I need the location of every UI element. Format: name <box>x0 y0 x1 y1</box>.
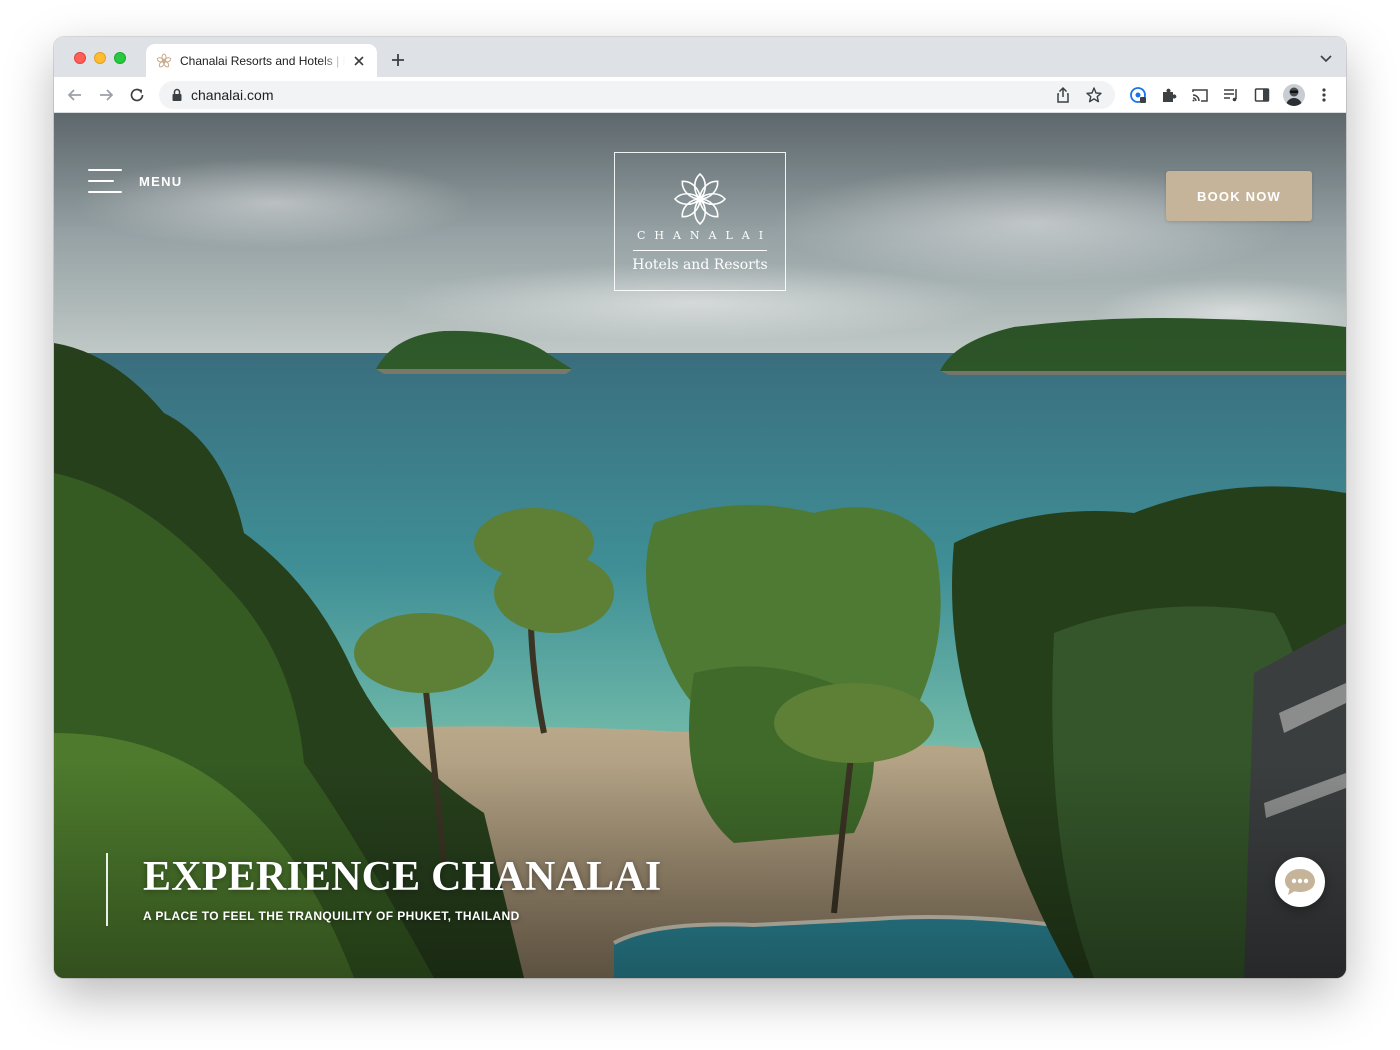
chrome-menu-kebab-icon[interactable] <box>1315 86 1333 104</box>
chat-button[interactable] <box>1275 857 1325 907</box>
tab-search-chevron-icon[interactable] <box>1320 53 1332 63</box>
back-arrow-icon[interactable] <box>66 86 84 104</box>
browser-window: Chanalai Resorts and Hotels | Phuket <box>54 37 1346 978</box>
browser-tab-active[interactable]: Chanalai Resorts and Hotels | Phuket <box>146 44 377 77</box>
profile-picture-icon <box>1286 87 1302 106</box>
window-controls <box>74 52 126 64</box>
menu-label[interactable]: MENU <box>139 174 182 189</box>
tab-close-icon[interactable] <box>351 53 367 69</box>
lock-icon[interactable] <box>171 88 183 102</box>
hero-subtitle: A PLACE TO FEEL THE TRANQUILITY OF PHUKE… <box>143 909 520 923</box>
tab-title: Chanalai Resorts and Hotels | Phuket <box>180 53 345 68</box>
extensions-puzzle-icon[interactable] <box>1160 86 1178 104</box>
lotus-flower-icon <box>673 172 727 226</box>
tab-strip: Chanalai Resorts and Hotels | Phuket <box>54 37 1346 77</box>
logo-wordmark: CHANALAI <box>636 229 773 242</box>
forward-arrow-icon[interactable] <box>97 86 115 104</box>
lotus-favicon-icon <box>156 53 172 67</box>
website-viewport: MENU CHANALAI Hotels and Resorts BOOK NO… <box>54 113 1346 978</box>
media-queue-icon[interactable] <box>1222 86 1240 104</box>
chanalai-logo[interactable]: CHANALAI Hotels and Resorts <box>614 152 786 291</box>
bookmark-star-icon[interactable] <box>1085 86 1103 104</box>
side-panel-icon[interactable] <box>1253 86 1271 104</box>
logo-subtitle: Hotels and Resorts <box>632 257 768 273</box>
logo-divider <box>633 250 767 251</box>
chat-bubble-icon <box>1285 869 1315 895</box>
maximize-window-button[interactable] <box>114 52 126 64</box>
profile-avatar[interactable] <box>1283 84 1305 106</box>
hero-accent-line <box>106 853 108 926</box>
hero-title: EXPERIENCE CHANALAI <box>143 854 662 900</box>
close-window-button[interactable] <box>74 52 86 64</box>
minimize-window-button[interactable] <box>94 52 106 64</box>
reload-icon[interactable] <box>128 86 146 104</box>
cast-icon[interactable] <box>1191 86 1209 104</box>
browser-toolbar: chanalai.com <box>54 77 1346 113</box>
hamburger-icon[interactable] <box>88 169 122 193</box>
book-now-button[interactable]: BOOK NOW <box>1166 171 1312 221</box>
menu-toggle[interactable]: MENU <box>88 169 182 193</box>
url-text[interactable]: chanalai.com <box>191 87 274 103</box>
password-manager-icon[interactable] <box>1129 86 1147 104</box>
new-tab-icon[interactable] <box>389 51 407 69</box>
address-bar[interactable]: chanalai.com <box>159 81 1115 109</box>
share-icon[interactable] <box>1054 86 1072 104</box>
